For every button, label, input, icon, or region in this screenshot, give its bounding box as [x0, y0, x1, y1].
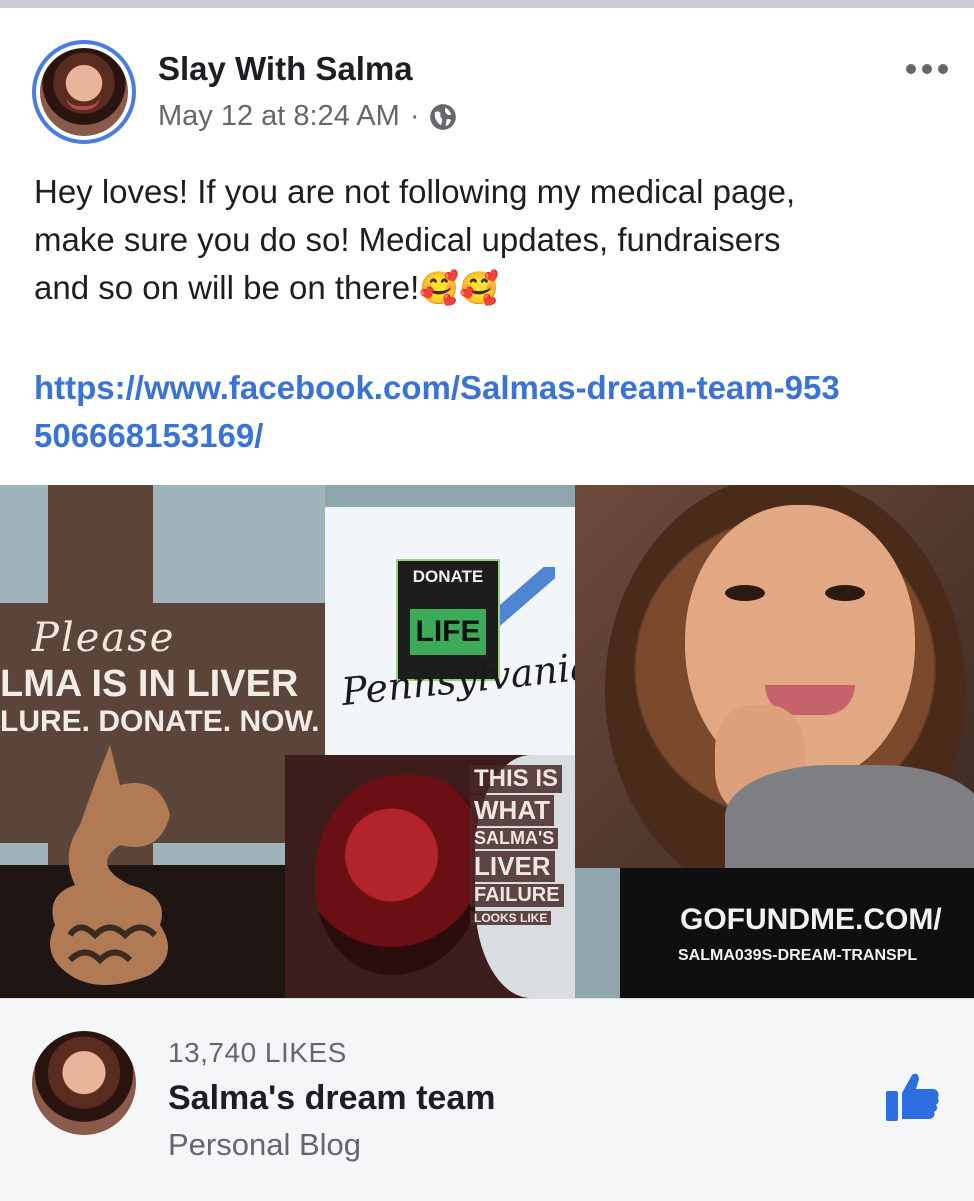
top-divider [0, 0, 974, 8]
liver-text-line1: LMA IS IN LIVER [0, 663, 299, 705]
meta-separator: · [409, 100, 420, 132]
page-avatar[interactable] [32, 1031, 136, 1135]
wound-photo-panel: THIS IS WHAT SALMA'S LIVER FAILURE LOOKS… [285, 755, 575, 998]
donate-life-panel: DONATE LIFE Pennsylvania [325, 507, 594, 755]
smiling-hearts-emoji: 🥰🥰 [419, 270, 499, 306]
page-likes-count: 13,740 LIKES [168, 1037, 347, 1068]
wound-caption: THIS IS WHAT SALMA'S LIVER FAILURE LOOKS… [470, 765, 575, 927]
please-text: Please [32, 615, 176, 661]
digestive-organs-icon [50, 745, 170, 985]
post-text-line: Hey loves! If you are not following my m… [34, 173, 796, 210]
post-text-line: and so on will be on there!🥰🥰 [34, 269, 499, 306]
liver-text-line2: LURE. DONATE. NOW. [0, 705, 320, 738]
page-card-name[interactable]: Salma's dream team [168, 1079, 495, 1118]
gofundme-path: SALMA039S-DREAM-TRANSPL [678, 947, 918, 964]
author-name[interactable]: Slay With Salma [158, 50, 413, 88]
more-options-icon[interactable] [906, 64, 948, 74]
page-category: Personal Blog [168, 1127, 362, 1162]
gofundme-url: GOFUNDME.COM/ [680, 903, 942, 936]
portrait-photo-panel [575, 485, 974, 868]
post-timestamp[interactable]: May 12 at 8:24 AM [158, 100, 400, 133]
post-meta: May 12 at 8:24 AM · [158, 100, 457, 133]
page-card[interactable]: 13,740 LIKES Salma's dream team Personal… [0, 998, 974, 1201]
post-text-line: make sure you do so! Medical updates, fu… [34, 221, 781, 258]
post-body: Hey loves! If you are not following my m… [34, 168, 934, 312]
author-avatar[interactable] [32, 40, 136, 144]
post-link[interactable]: https://www.facebook.com/Salmas-dream-te… [34, 364, 854, 460]
post-image[interactable]: Please LMA IS IN LIVER LURE. DONATE. NOW… [0, 485, 974, 998]
thumbs-up-icon[interactable] [884, 1071, 940, 1123]
globe-icon [430, 103, 457, 130]
avatar-image [40, 48, 128, 136]
